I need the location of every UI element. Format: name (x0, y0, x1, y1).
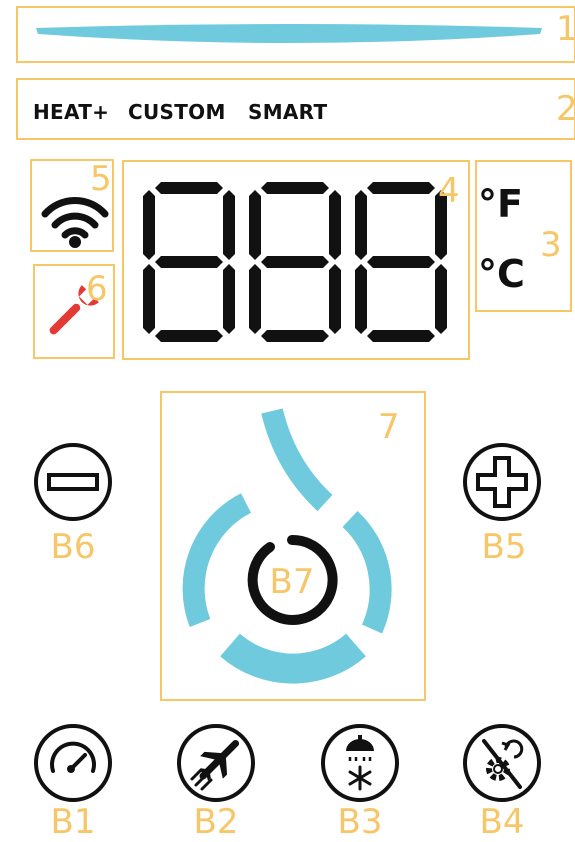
button-label-b2: B2 (193, 802, 239, 842)
vacation-button[interactable] (176, 723, 256, 803)
digit-3-segment-c (435, 264, 447, 334)
cold-shower-button[interactable] (320, 723, 400, 803)
digit-1-segment-d (155, 330, 223, 342)
region-number-4: 4 (438, 171, 460, 211)
digit-2-segment-f (249, 190, 261, 260)
digit-3-segment-a (367, 182, 435, 194)
digit-2-segment-e (249, 264, 261, 334)
mode-heat-plus: HEAT+ (33, 100, 110, 124)
button-label-b3: B3 (337, 802, 383, 842)
plus-button[interactable] (462, 442, 542, 522)
digit-2-segment-d (261, 330, 329, 342)
region-number-3: 3 (540, 225, 562, 265)
settings-off-button[interactable] (462, 723, 542, 803)
seven-segment-display (143, 182, 447, 342)
region-number-5: 5 (90, 159, 112, 199)
digit-2-segment-g (261, 256, 329, 268)
button-label-b4: B4 (479, 802, 525, 842)
digit-3-segment-d (367, 330, 435, 342)
digit-1-segment-c (223, 264, 235, 334)
wifi-icon (41, 197, 109, 248)
mode-custom: CUSTOM (128, 100, 226, 124)
digit-3-segment-f (355, 190, 367, 260)
digit-1-segment-b (223, 190, 235, 260)
digit-1-segment-f (143, 190, 155, 260)
unit-fahrenheit: °F (478, 182, 523, 226)
region-number-2: 2 (556, 89, 575, 129)
speed-button[interactable] (33, 723, 113, 803)
digit-3-segment-e (355, 264, 367, 334)
button-label-b7: B7 (269, 562, 315, 602)
digit-2-segment-c (329, 264, 341, 334)
region-number-1: 1 (556, 9, 575, 49)
digit-1-segment-e (143, 264, 155, 334)
button-label-b1: B1 (50, 802, 96, 842)
digit-2-segment-b (329, 190, 341, 260)
digit-2-segment-a (261, 182, 329, 194)
button-label-b6: B6 (50, 527, 96, 567)
region-number-6: 6 (86, 269, 108, 309)
digit-3-segment-g (367, 256, 435, 268)
mode-smart: SMART (248, 100, 328, 124)
unit-celsius: °C (478, 252, 525, 296)
digit-1-segment-g (155, 256, 223, 268)
region-number-7: 7 (378, 407, 400, 447)
status-bar-icon (36, 24, 542, 43)
digit-1-segment-a (155, 182, 223, 194)
button-label-b5: B5 (481, 527, 527, 567)
minus-button[interactable] (33, 442, 113, 522)
